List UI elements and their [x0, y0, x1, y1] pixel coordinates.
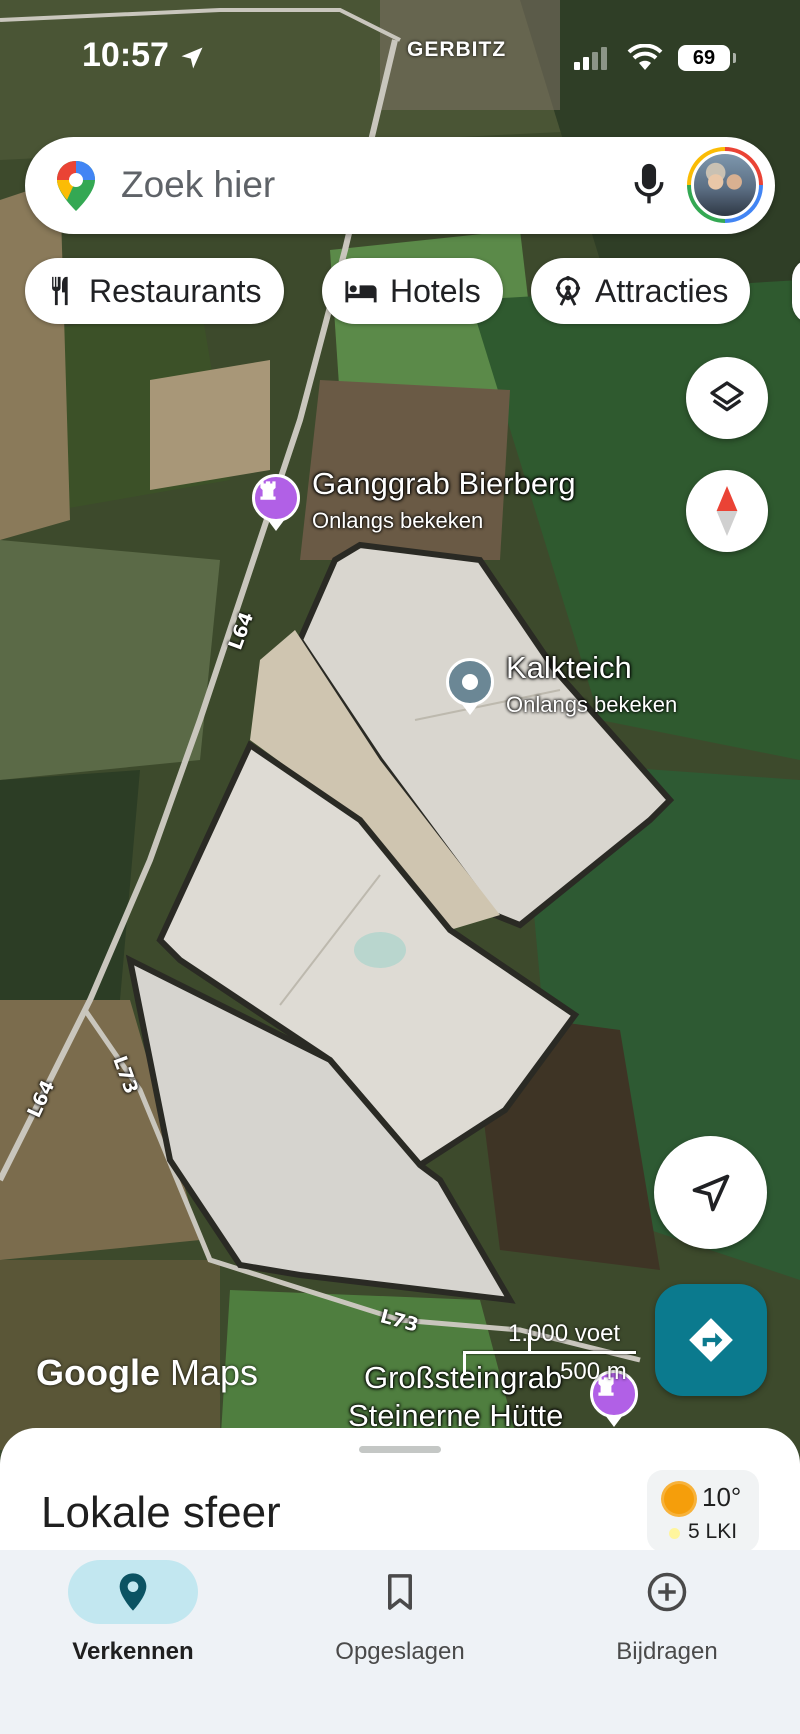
- search-bar[interactable]: Zoek hier: [25, 137, 775, 234]
- air-quality-dot-icon: [669, 1528, 680, 1539]
- monument-pin[interactable]: [252, 474, 300, 522]
- nav-explore[interactable]: Verkennen: [33, 1560, 233, 1666]
- nav-contribute-label: Bijdragen: [616, 1638, 718, 1665]
- compass-button[interactable]: [686, 470, 768, 552]
- wifi-icon: [627, 44, 663, 70]
- weather-card[interactable]: 10° 5 LKI: [647, 1470, 759, 1552]
- scale-meters: 500 m: [560, 1358, 627, 1385]
- nav-saved-label: Opgeslagen: [335, 1638, 465, 1665]
- place-name-ganggrab[interactable]: Ganggrab Bierberg: [312, 466, 576, 502]
- chip-attractions[interactable]: Attracties: [531, 258, 751, 324]
- fork-knife-icon: [52, 276, 68, 306]
- google-maps-logo: Google Maps: [36, 1352, 258, 1394]
- bookmark-icon: [388, 1574, 412, 1610]
- status-time: 10:57: [82, 36, 169, 74]
- avatar-photo: [691, 151, 759, 219]
- my-location-button[interactable]: [654, 1136, 767, 1249]
- recent-place-pin[interactable]: [446, 658, 494, 706]
- nav-contribute-indicator: [602, 1560, 732, 1624]
- status-town: GERBITZ: [407, 38, 507, 61]
- logo-maps: Maps: [170, 1352, 259, 1393]
- ferris-wheel-icon: [555, 275, 581, 306]
- compass-icon: [716, 486, 738, 536]
- nav-saved-indicator: [335, 1560, 465, 1624]
- directions-button[interactable]: [655, 1284, 767, 1396]
- chip-attractions-label: Attracties: [595, 272, 729, 309]
- pin-dot: [462, 674, 478, 690]
- scale-tick: [463, 1351, 466, 1375]
- directions-icon: [689, 1318, 733, 1362]
- bottom-sheet[interactable]: Lokale sfeer 10° 5 LKI: [0, 1428, 800, 1568]
- google-maps-pin-icon: [57, 161, 95, 211]
- place-name-kalkteich[interactable]: Kalkteich: [506, 650, 632, 686]
- nav-saved[interactable]: Opgeslagen: [300, 1560, 500, 1666]
- nav-contribute[interactable]: Bijdragen: [567, 1560, 767, 1666]
- nav-explore-label: Verkennen: [72, 1638, 194, 1665]
- scale-feet: 1.000 voet: [508, 1320, 621, 1347]
- scale-bar: [463, 1351, 636, 1354]
- bed-icon: [345, 281, 377, 303]
- nav-explore-indicator: [68, 1560, 198, 1624]
- cellular-signal-icon: [574, 46, 607, 70]
- microphone-icon[interactable]: [632, 161, 666, 209]
- location-arrow-icon: [181, 47, 203, 69]
- layers-icon: [710, 381, 744, 412]
- bottom-navigation: Verkennen Opgeslagen Bijdragen: [0, 1550, 800, 1734]
- chip-restaurants-label: Restaurants: [89, 272, 262, 309]
- chip-restaurants[interactable]: Restaurants: [25, 258, 284, 324]
- scale-tick: [528, 1333, 531, 1353]
- navigation-arrow-icon: [692, 1174, 729, 1211]
- logo-google: Google: [36, 1352, 160, 1393]
- chip-hotels-label: Hotels: [390, 272, 481, 309]
- add-circle-icon: [647, 1572, 687, 1612]
- castle-icon: [260, 481, 276, 500]
- weather-temperature: 10°: [702, 1482, 742, 1512]
- sheet-title: Lokale sfeer: [41, 1488, 281, 1537]
- profile-avatar[interactable]: [687, 147, 763, 223]
- layers-button[interactable]: [686, 357, 768, 439]
- status-bar: 10:57 GERBITZ 69: [0, 0, 800, 110]
- chip-hotels[interactable]: Hotels: [322, 258, 503, 324]
- search-placeholder[interactable]: Zoek hier: [121, 164, 275, 206]
- location-pin-icon: [119, 1573, 147, 1611]
- air-quality-index: 5 LKI: [688, 1520, 738, 1543]
- sheet-drag-handle[interactable]: [359, 1446, 441, 1453]
- place-subtitle-ganggrab: Onlangs bekeken: [312, 508, 484, 533]
- sun-icon: [664, 1484, 694, 1514]
- battery-indicator: 69: [678, 45, 736, 71]
- place-subtitle-kalkteich: Onlangs bekeken: [506, 692, 678, 717]
